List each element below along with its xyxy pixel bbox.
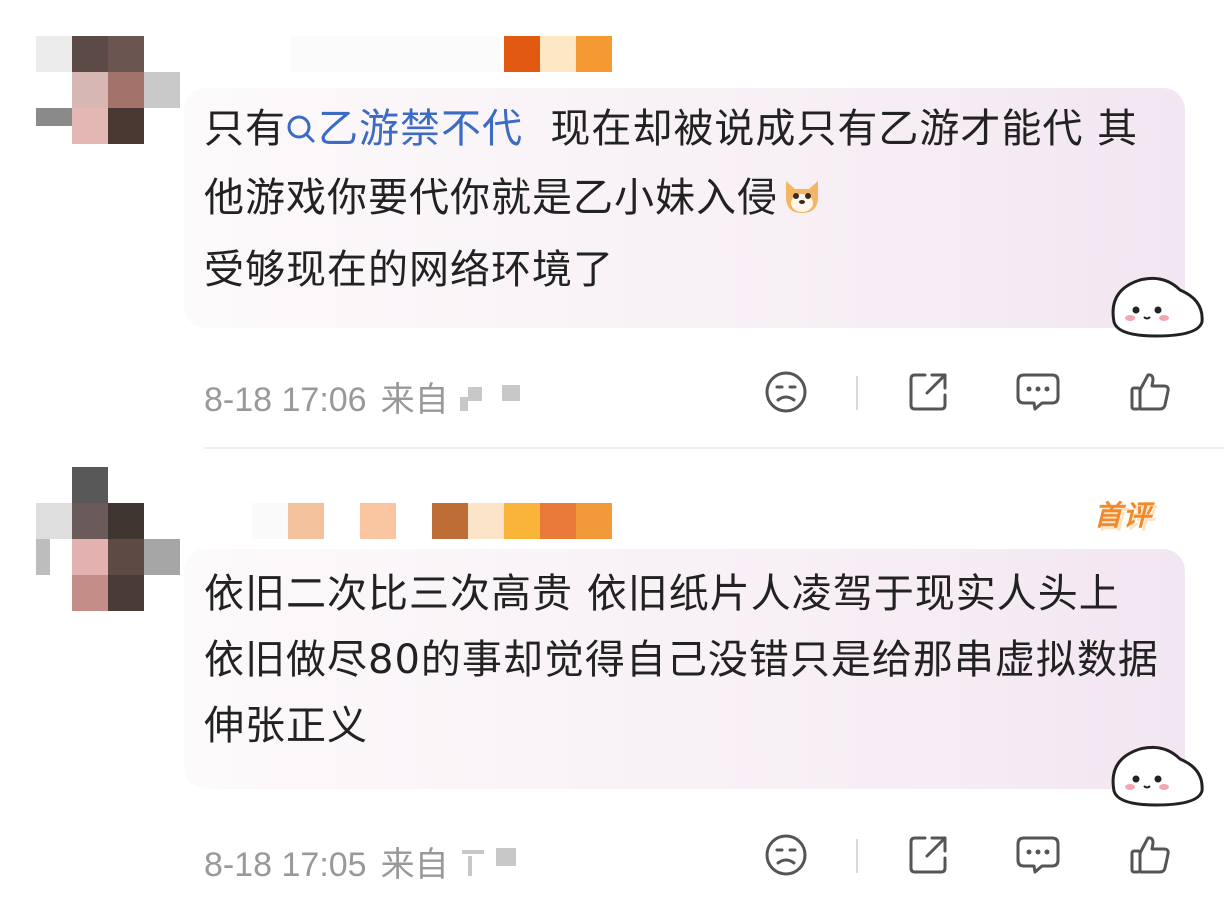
comment-button[interactable] <box>1012 829 1064 881</box>
like-thumb-icon <box>1130 836 1170 874</box>
action-separator <box>856 376 858 410</box>
action-bar <box>760 829 1180 885</box>
timestamp: 8-18 17:05 <box>204 846 367 884</box>
location-masked <box>458 383 528 413</box>
share-button[interactable] <box>902 829 954 881</box>
comment-item: 只有 乙游禁不代 现在却被说成只有乙游才能代 其他游戏你要代你就是乙小妹入侵 受够… <box>0 0 1224 449</box>
dislike-face-icon <box>765 834 807 876</box>
search-icon <box>286 99 316 165</box>
dislike-face-icon <box>765 371 807 413</box>
comment-icon <box>1016 836 1060 874</box>
hamster-sticker-icon <box>1106 270 1206 340</box>
comment-text: 只有 乙游禁不代 现在却被说成只有乙游才能代 其他游戏你要代你就是乙小妹入侵 受够… <box>204 96 1164 303</box>
comment-item: 首评 依旧二次比三次高贵 依旧纸片人凌驾于现实人头上 依旧做尽80的事却觉得自己… <box>0 449 1224 909</box>
share-button[interactable] <box>902 366 954 418</box>
timestamp: 8-18 17:06 <box>204 381 367 419</box>
action-separator <box>856 839 858 873</box>
like-button[interactable] <box>1124 829 1176 881</box>
like-button[interactable] <box>1124 366 1176 418</box>
avatar[interactable] <box>36 36 180 148</box>
comment-button[interactable] <box>1012 366 1064 418</box>
first-comment-badge: 首评 <box>1094 499 1153 532</box>
comment-icon <box>1016 373 1060 411</box>
comment-text: 依旧二次比三次高贵 依旧纸片人凌驾于现实人头上 依旧做尽80的事却觉得自己没错只… <box>204 571 1159 749</box>
dog-face-emoji-icon <box>780 171 824 237</box>
location-masked <box>458 848 528 878</box>
comment-meta: 8-18 17:05 来自 <box>204 837 528 886</box>
dislike-button[interactable] <box>760 366 812 418</box>
share-icon <box>909 373 947 411</box>
action-bar <box>760 366 1180 422</box>
dislike-button[interactable] <box>760 829 812 881</box>
from-label: 来自 <box>380 381 449 419</box>
hamster-sticker-icon <box>1106 739 1206 809</box>
comment-meta: 8-18 17:06 来自 <box>204 372 528 421</box>
like-thumb-icon <box>1130 373 1170 411</box>
share-icon <box>909 836 947 874</box>
avatar[interactable] <box>36 467 180 611</box>
topic-link[interactable]: 乙游禁不代 <box>286 106 523 152</box>
from-label: 来自 <box>380 846 449 884</box>
